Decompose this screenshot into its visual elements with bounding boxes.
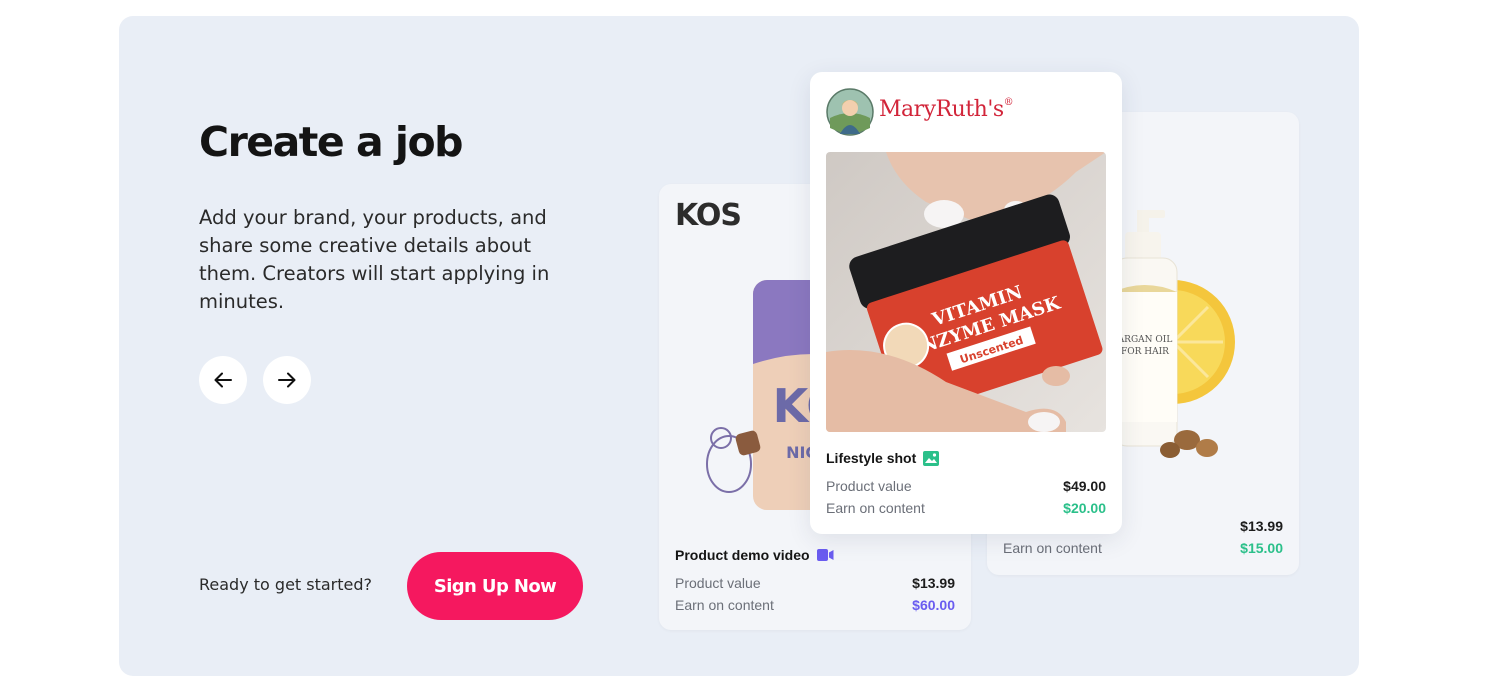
image-icon: [923, 450, 940, 466]
kos-earn-value: $60.00: [912, 597, 955, 613]
svg-text:ARGAN OIL: ARGAN OIL: [1117, 335, 1173, 345]
previous-button[interactable]: [199, 356, 247, 404]
cta-prompt: Ready to get started?: [199, 575, 373, 594]
maryruths-job-title: Lifestyle shot: [826, 450, 940, 466]
maryruths-earn-row: Earn on content $20.00: [826, 500, 1106, 516]
maryruths-product-image: VITAMIN ENZYME MASK Unscented: [826, 152, 1106, 432]
kos-earn-row: Earn on content $60.00: [675, 597, 955, 613]
job-card-maryruths[interactable]: MaryRuth's® VITAMIN ENZYME MASK Unscente…: [810, 72, 1122, 534]
maryruths-product-value-label: Product value: [826, 478, 912, 494]
next-button[interactable]: [263, 356, 311, 404]
svg-text:FOR HAIR: FOR HAIR: [1121, 347, 1169, 357]
maryruths-earn-label: Earn on content: [826, 500, 925, 516]
kos-brand: KOS: [675, 198, 742, 233]
sign-up-button[interactable]: Sign Up Now: [407, 552, 583, 620]
kos-logo: KOS: [675, 198, 742, 233]
maryruths-avatar: [826, 88, 874, 136]
argan-earn-label: Earn on content: [1003, 540, 1102, 556]
kos-job-type: Product demo video: [675, 547, 810, 563]
kos-job-title: Product demo video: [675, 547, 834, 563]
argan-product-value: $13.99: [1240, 518, 1283, 534]
create-job-panel: Create a job Add your brand, your produc…: [119, 16, 1359, 676]
arrow-right-icon: [278, 372, 296, 388]
maryruths-product-value: $49.00: [1063, 478, 1106, 494]
kos-earn-label: Earn on content: [675, 597, 774, 613]
kos-product-value-label: Product value: [675, 575, 761, 591]
maryruths-earn-value: $20.00: [1063, 500, 1106, 516]
video-icon: [816, 549, 834, 561]
argan-earn-value: $15.00: [1240, 540, 1283, 556]
maryruths-job-type: Lifestyle shot: [826, 450, 917, 466]
page-title: Create a job: [199, 118, 463, 166]
maryruths-logo: MaryRuth's®: [879, 97, 1014, 122]
kos-product-value: $13.99: [912, 575, 955, 591]
hero-description: Add your brand, your products, and share…: [199, 206, 550, 313]
maryruths-product-value-row: Product value $49.00: [826, 478, 1106, 494]
kos-product-value-row: Product value $13.99: [675, 575, 955, 591]
arrow-left-icon: [214, 372, 232, 388]
argan-earn-row: Earn on content $15.00: [1003, 540, 1283, 556]
maryruths-brand: MaryRuth's: [879, 97, 1004, 122]
